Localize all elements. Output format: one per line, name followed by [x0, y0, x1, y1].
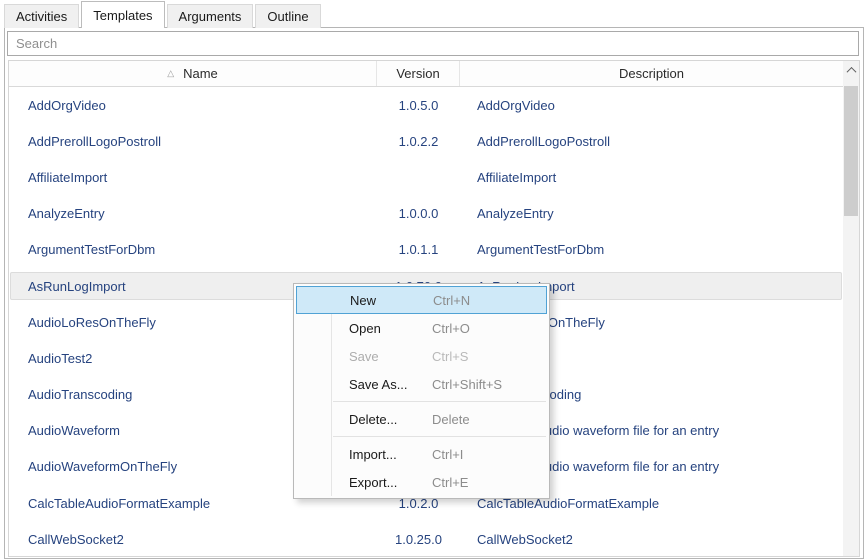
cell-description: AddPrerollLogoPostroll [460, 134, 843, 149]
scroll-up-button[interactable] [843, 61, 859, 79]
table-row[interactable]: AffiliateImport AffiliateImport [9, 159, 843, 195]
menu-item-save-label: Save [349, 349, 379, 364]
menu-item-save: Save Ctrl+S [294, 342, 549, 370]
cell-name: AffiliateImport [9, 170, 377, 185]
cell-version: 1.0.1.1 [377, 242, 460, 257]
vertical-scrollbar[interactable] [843, 61, 859, 556]
menu-item-open-shortcut: Ctrl+O [432, 321, 470, 336]
table-row[interactable]: AddPrerollLogoPostroll 1.0.2.2 AddPrerol… [9, 123, 843, 159]
scrollbar-thumb[interactable] [844, 86, 858, 216]
column-header-version[interactable]: Version [377, 61, 460, 86]
column-header-name[interactable]: △ Name [9, 61, 377, 86]
tab-outline[interactable]: Outline [255, 4, 320, 28]
tab-arguments[interactable]: Arguments [167, 4, 254, 28]
column-header-version-label: Version [396, 66, 439, 81]
menu-separator [333, 436, 546, 437]
chevron-up-icon [846, 66, 856, 76]
menu-item-export-shortcut: Ctrl+E [432, 475, 468, 490]
column-header-name-label: Name [183, 66, 218, 81]
table-row[interactable]: AddOrgVideo 1.0.5.0 AddOrgVideo [9, 87, 843, 123]
menu-item-save-as-shortcut: Ctrl+Shift+S [432, 377, 502, 392]
sort-ascending-icon: △ [167, 69, 174, 78]
menu-item-save-as-label: Save As... [349, 377, 408, 392]
menu-item-export-label: Export... [349, 475, 397, 490]
menu-item-delete[interactable]: Delete... Delete [294, 405, 549, 433]
tab-arguments-label: Arguments [179, 9, 242, 24]
cell-name: CallWebSocket2 [9, 532, 377, 547]
menu-item-delete-shortcut: Delete [432, 412, 470, 427]
cell-version: 1.0.2.2 [377, 134, 460, 149]
cell-version: 1.0.5.0 [377, 98, 460, 113]
menu-separator [333, 401, 546, 402]
table-row[interactable]: AnalyzeEntry 1.0.0.0 AnalyzeEntry [9, 196, 843, 232]
column-header-description-label: Description [619, 66, 684, 81]
table-row[interactable]: ArgumentTestForDbm 1.0.1.1 ArgumentTestF… [9, 232, 843, 268]
menu-item-import[interactable]: Import... Ctrl+I [294, 440, 549, 468]
menu-item-import-label: Import... [349, 447, 397, 462]
cell-version: 1.0.0.0 [377, 206, 460, 221]
tab-templates[interactable]: Templates [81, 1, 164, 28]
tab-activities-label: Activities [16, 9, 67, 24]
menu-item-save-shortcut: Ctrl+S [432, 349, 468, 364]
cell-description: AnalyzeEntry [460, 206, 843, 221]
context-menu: New Ctrl+N Open Ctrl+O Save Ctrl+S Save … [293, 283, 550, 499]
menu-item-new-label: New [350, 293, 376, 308]
cell-name: AddPrerollLogoPostroll [9, 134, 377, 149]
menu-item-import-shortcut: Ctrl+I [432, 447, 463, 462]
menu-item-new[interactable]: New Ctrl+N [296, 286, 547, 314]
tab-templates-label: Templates [93, 8, 152, 23]
cell-description: CallWebSocket2 [460, 532, 843, 547]
cell-version: 1.0.25.0 [377, 532, 460, 547]
cell-name: AnalyzeEntry [9, 206, 377, 221]
tab-outline-label: Outline [267, 9, 308, 24]
menu-item-export[interactable]: Export... Ctrl+E [294, 468, 549, 496]
cell-description: ArgumentTestForDbm [460, 242, 843, 257]
tab-strip: Activities Templates Arguments Outline [4, 1, 323, 28]
search-input[interactable] [7, 31, 859, 56]
menu-item-open[interactable]: Open Ctrl+O [294, 314, 549, 342]
cell-description: AffiliateImport [460, 170, 843, 185]
tab-activities[interactable]: Activities [4, 4, 79, 28]
cell-name: AddOrgVideo [9, 98, 377, 113]
menu-item-open-label: Open [349, 321, 381, 336]
column-header-description[interactable]: Description [460, 61, 843, 86]
menu-item-new-shortcut: Ctrl+N [433, 293, 470, 308]
table-row[interactable]: CallWebSocket2 1.0.25.0 CallWebSocket2 [9, 521, 843, 557]
cell-description: AddOrgVideo [460, 98, 843, 113]
menu-item-delete-label: Delete... [349, 412, 397, 427]
menu-item-save-as[interactable]: Save As... Ctrl+Shift+S [294, 370, 549, 398]
table-header-row: △ Name Version Description [9, 61, 843, 87]
cell-name: ArgumentTestForDbm [9, 242, 377, 257]
